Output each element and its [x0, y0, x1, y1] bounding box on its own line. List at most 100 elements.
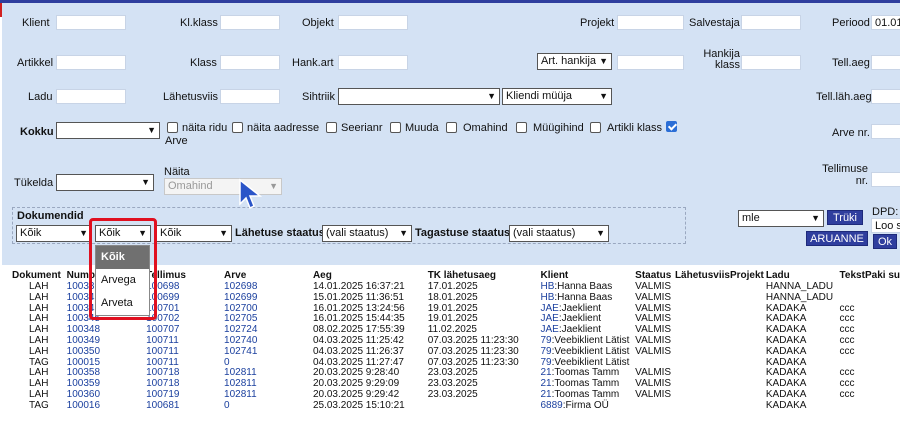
cell-projekt: [730, 304, 766, 315]
chevron-down-icon: ▼: [79, 228, 88, 238]
klient-input[interactable]: [56, 15, 126, 30]
klient-code-link[interactable]: 79: [540, 357, 551, 368]
cell-tellimus[interactable]: 100699: [146, 292, 224, 304]
cell-tekst: [840, 293, 865, 304]
projekt-label: Projekt: [580, 17, 615, 29]
tagastuse-staatus-select[interactable]: (vali staatus) ▼: [509, 225, 609, 242]
cell-numbr[interactable]: 100016: [67, 400, 146, 412]
lahetusviis-input[interactable]: [220, 89, 280, 104]
print-button[interactable]: Trüki: [827, 210, 863, 225]
cell-arve[interactable]: 102741: [224, 346, 313, 358]
cell-tellimus[interactable]: 100711: [146, 346, 224, 358]
periood-input[interactable]: 01.01: [871, 15, 900, 30]
naita-label: Näita: [164, 166, 190, 178]
cell-paki-su: [865, 304, 900, 315]
arve-nr-input[interactable]: [871, 124, 900, 139]
klklass-input[interactable]: [220, 15, 280, 30]
aruanne-button[interactable]: ARUANNE: [806, 231, 868, 246]
cell-numbr[interactable]: 100350: [67, 346, 146, 358]
salvestaja-input[interactable]: [741, 15, 801, 30]
klient-code-link[interactable]: 79: [540, 346, 551, 357]
ok-button[interactable]: Ok: [873, 234, 897, 249]
cell-ladu: KADAKA: [765, 345, 807, 357]
klient-name: Veebiklient Lätist: [554, 345, 630, 357]
cell-paki-su: [865, 358, 900, 369]
cell-tekst: ccc: [839, 388, 855, 400]
cell-arve[interactable]: 0: [224, 400, 313, 412]
tukelda-label: Tükelda: [14, 177, 54, 189]
kliendi-muuja-select[interactable]: Kliendi müüja ▼: [502, 88, 612, 105]
cell-klient[interactable]: 6889:Firma OÜ: [540, 400, 635, 412]
klient-code-link[interactable]: 21: [540, 389, 551, 400]
naita-ridu-checkbox[interactable]: [167, 122, 178, 133]
naita-aadresse-checkbox[interactable]: [232, 122, 243, 133]
tellaeg-input[interactable]: [871, 55, 900, 70]
naita-aadresse-label: näita aadresse: [247, 122, 320, 134]
cell-tekst: [840, 282, 865, 293]
dokumendid-status-select[interactable]: Kõik ▼: [156, 225, 232, 242]
col-header-paki-su[interactable]: Paki su: [865, 269, 900, 282]
table-row[interactable]: LAH 100350 100711 102741 04.03.2025 11:26:37…: [12, 345, 900, 358]
chevron-down-icon: ▼: [811, 213, 820, 223]
cell-lahetusviis: [675, 347, 730, 358]
cell-lahetusviis: [675, 325, 730, 336]
klient-code-link[interactable]: 79: [540, 335, 551, 346]
kokku-select[interactable]: ▼: [56, 122, 160, 139]
naita-select[interactable]: Omahind ▼: [164, 178, 282, 195]
table-row[interactable]: TAG 100016 100681 0 25.03.2025 15:10:21 6889:…: [12, 399, 900, 412]
cell-staatus: VALMIS: [635, 345, 672, 357]
dokumendid-type-select[interactable]: Kõik ▼: [16, 225, 92, 242]
sihtriik-select[interactable]: ▼: [338, 88, 500, 105]
seerianr-checkbox[interactable]: [326, 122, 337, 133]
salvestaja-label: Salvestaja: [689, 17, 740, 29]
tell-lah-aeg-input[interactable]: [871, 89, 900, 104]
lahetuse-staatus-select[interactable]: (vali staatus) ▼: [322, 225, 412, 242]
klient-code-link[interactable]: 21: [540, 367, 551, 378]
art-hankija-select[interactable]: Art. hankija ▼: [537, 53, 612, 70]
klient-code-link[interactable]: HB: [540, 292, 554, 303]
art-hankija-input[interactable]: [617, 55, 684, 70]
cell-tellimus[interactable]: 100681: [146, 400, 224, 412]
klass-input[interactable]: [220, 55, 280, 70]
cell-arve[interactable]: 102699: [224, 292, 313, 304]
klient-code-link[interactable]: 6889: [540, 400, 562, 411]
chevron-down-icon: ▼: [219, 228, 228, 238]
col-header-tekst[interactable]: Tekst: [840, 269, 865, 282]
klient-code-link[interactable]: JAE: [540, 324, 558, 335]
ladu-input[interactable]: [56, 89, 126, 104]
print-template-select[interactable]: mle ▼: [738, 210, 824, 227]
cell-projekt: [730, 390, 766, 401]
klient-code-link[interactable]: JAE: [540, 303, 558, 314]
cell-paki-su: [865, 347, 900, 358]
chevron-down-icon: ▼: [599, 56, 608, 66]
artikkel-input[interactable]: [56, 55, 126, 70]
cell-projekt: [730, 325, 766, 336]
klient-code-link[interactable]: HB: [540, 281, 554, 292]
dpd-input[interactable]: Loo s: [871, 218, 900, 233]
omahind-checkbox[interactable]: [446, 122, 457, 133]
chevron-down-icon: ▼: [147, 125, 156, 135]
chevron-down-icon: ▼: [141, 177, 150, 187]
artikli-klass-checkbox[interactable]: [590, 122, 601, 133]
naita-ridu-label: näita ridu: [182, 122, 228, 134]
cell-dokument: TAG: [29, 399, 49, 411]
cell-arve[interactable]: 102811: [224, 389, 313, 401]
projekt-input[interactable]: [617, 15, 684, 30]
hankart-input[interactable]: [338, 55, 408, 70]
chevron-down-icon: ▼: [399, 228, 408, 238]
muugihind-checkbox[interactable]: [516, 122, 527, 133]
cell-projekt: [730, 314, 766, 325]
hankija-klass-input[interactable]: [741, 55, 801, 70]
col-header-projekt[interactable]: Projekt: [730, 269, 766, 282]
annotation-highlight-box: [89, 218, 157, 320]
muuda-label: Muuda: [405, 122, 439, 134]
artikli-klass-checked-checkbox[interactable]: [666, 121, 677, 132]
muuda-checkbox[interactable]: [390, 122, 401, 133]
klient-code-link[interactable]: JAE: [540, 313, 558, 324]
cell-paki-su: [865, 293, 900, 304]
objekt-input[interactable]: [338, 15, 408, 30]
klient-code-link[interactable]: 21: [540, 378, 551, 389]
col-header-lahetusviis[interactable]: Lähetusviis: [675, 269, 730, 282]
tellimuse-nr-input[interactable]: [871, 172, 900, 187]
tukelda-select[interactable]: ▼: [56, 174, 154, 191]
